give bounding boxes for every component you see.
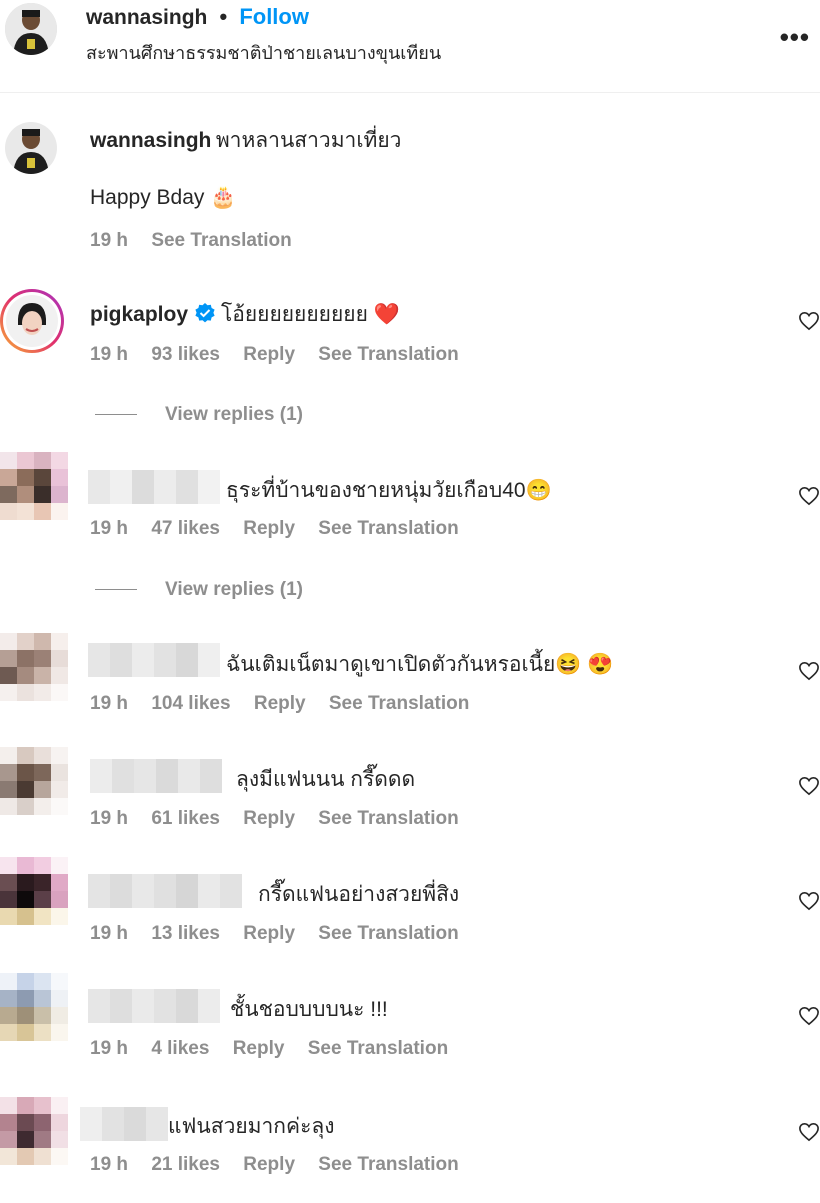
comment-text: แฟนสวยมากค่ะลุง xyxy=(168,1115,335,1138)
like-heart-icon[interactable] xyxy=(798,486,820,506)
header-location[interactable]: สะพานศึกษาธรรมชาติป่าชายเลนบางขุนเทียน xyxy=(86,38,441,67)
comment-avatar-pixelated[interactable] xyxy=(0,857,68,925)
comment-see-translation[interactable]: See Translation xyxy=(308,1038,448,1059)
view-replies-line xyxy=(95,414,137,416)
comment-avatar[interactable] xyxy=(0,289,64,353)
comment-username[interactable]: pigkaploy xyxy=(90,303,188,326)
like-heart-icon[interactable] xyxy=(798,1006,820,1026)
header-separator: • xyxy=(219,4,228,29)
caption-meta: 19 h See Translation xyxy=(90,230,310,252)
comment-time: 19 h xyxy=(90,344,129,365)
comment-see-translation[interactable]: See Translation xyxy=(329,693,469,714)
comment-see-translation[interactable]: See Translation xyxy=(318,344,458,365)
comment-reply-button[interactable]: Reply xyxy=(243,518,295,539)
view-replies-label: View replies (1) xyxy=(165,579,303,600)
comment-reply-button[interactable]: Reply xyxy=(243,1154,295,1175)
like-heart-icon[interactable] xyxy=(798,1122,820,1142)
comment-time: 19 h xyxy=(90,808,129,829)
owner-avatar-image xyxy=(5,3,57,55)
comment-reply-button[interactable]: Reply xyxy=(233,1038,285,1059)
comment-see-translation[interactable]: See Translation xyxy=(318,1154,458,1175)
caption-username[interactable]: wannasingh xyxy=(90,129,211,152)
caption-line2: Happy Bday 🎂 xyxy=(90,186,237,209)
comment-username-blurred[interactable] xyxy=(88,989,220,1023)
view-replies-link[interactable]: View replies (1) xyxy=(95,579,303,601)
comment-see-translation[interactable]: See Translation xyxy=(318,808,458,829)
pigkaploy-avatar-image xyxy=(6,295,58,347)
owner-avatar[interactable] xyxy=(5,3,57,55)
comment-meta: 19 h 61 likes Reply See Translation xyxy=(90,808,477,830)
caption-avatar[interactable] xyxy=(5,122,57,174)
more-options-icon[interactable]: ••• xyxy=(780,22,810,53)
comment-meta: 19 h 21 likes Reply See Translation xyxy=(90,1154,477,1176)
like-heart-icon[interactable] xyxy=(798,661,820,681)
comment-avatar-pixelated[interactable] xyxy=(0,633,68,701)
comment-likes[interactable]: 93 likes xyxy=(151,344,220,365)
comment-likes[interactable]: 61 likes xyxy=(151,808,220,829)
comment-username-blurred[interactable] xyxy=(80,1107,168,1141)
comment-likes[interactable]: 21 likes xyxy=(151,1154,220,1175)
like-heart-icon[interactable] xyxy=(798,891,820,911)
comment-text: ชั้นชอบบบบนะ !!! xyxy=(230,998,388,1021)
view-replies-label: View replies (1) xyxy=(165,404,303,425)
comment-time: 19 h xyxy=(90,1038,129,1059)
comment-see-translation[interactable]: See Translation xyxy=(318,518,458,539)
caption-line: wannasingh พาหลานสาวมาเที่ยว xyxy=(90,124,401,157)
comment-time: 19 h xyxy=(90,693,129,714)
comment-likes[interactable]: 13 likes xyxy=(151,923,220,944)
header-divider xyxy=(0,92,820,93)
comment-avatar-pixelated[interactable] xyxy=(0,1097,68,1165)
caption-text: พาหลานสาวมาเที่ยว xyxy=(215,129,402,152)
comment-likes[interactable]: 104 likes xyxy=(151,693,230,714)
comment-meta: 19 h 93 likes Reply See Translation xyxy=(90,344,477,366)
caption-see-translation[interactable]: See Translation xyxy=(151,230,291,251)
header-username[interactable]: wannasingh xyxy=(86,6,207,29)
view-replies-link[interactable]: View replies (1) xyxy=(95,404,303,426)
caption-time: 19 h xyxy=(90,230,129,251)
comment-line: pigkaploy โอ้ยยยยยยยยยย ❤️ xyxy=(90,298,400,331)
comment-likes[interactable]: 4 likes xyxy=(151,1038,209,1059)
comment-text: กรี๊ดแฟนอย่างสวยพี่สิง xyxy=(258,883,460,906)
verified-badge-icon xyxy=(195,303,216,323)
comment-see-translation[interactable]: See Translation xyxy=(318,923,458,944)
comment-reply-button[interactable]: Reply xyxy=(243,808,295,829)
caption-avatar-image xyxy=(5,122,57,174)
comment-time: 19 h xyxy=(90,1154,129,1175)
comment-username-blurred[interactable] xyxy=(88,874,242,908)
comment-text: โอ้ยยยยยยยยยย ❤️ xyxy=(220,303,400,326)
comment-text: ธุระที่บ้านของชายหนุ่มวัยเกือบ40😁 xyxy=(226,479,552,502)
comment-time: 19 h xyxy=(90,518,129,539)
like-heart-icon[interactable] xyxy=(798,776,820,796)
view-replies-line xyxy=(95,589,137,591)
comment-likes[interactable]: 47 likes xyxy=(151,518,220,539)
comment-username-blurred[interactable] xyxy=(90,759,222,793)
comment-meta: 19 h 13 likes Reply See Translation xyxy=(90,923,477,945)
follow-button[interactable]: Follow xyxy=(239,4,309,29)
comment-username-blurred[interactable] xyxy=(88,643,220,677)
comment-text: ลุงมีแฟนนน กรี๊ดดด xyxy=(236,768,416,791)
header-title-row: wannasingh • Follow xyxy=(86,4,309,30)
comment-meta: 19 h 104 likes Reply See Translation xyxy=(90,693,487,715)
comment-avatar-pixelated[interactable] xyxy=(0,973,68,1041)
comment-time: 19 h xyxy=(90,923,129,944)
comment-avatar-pixelated[interactable] xyxy=(0,452,68,520)
comment-avatar-pixelated[interactable] xyxy=(0,747,68,815)
comment-reply-button[interactable]: Reply xyxy=(243,344,295,365)
like-heart-icon[interactable] xyxy=(798,311,820,331)
comment-reply-button[interactable]: Reply xyxy=(243,923,295,944)
comment-meta: 19 h 47 likes Reply See Translation xyxy=(90,518,477,540)
comment-meta: 19 h 4 likes Reply See Translation xyxy=(90,1038,466,1060)
comment-username-blurred[interactable] xyxy=(88,470,220,504)
comment-reply-button[interactable]: Reply xyxy=(254,693,306,714)
comment-text: ฉันเติมเน็ตมาดูเขาเปิดตัวกันหรอเนี้ย😆 😍 xyxy=(226,653,614,676)
